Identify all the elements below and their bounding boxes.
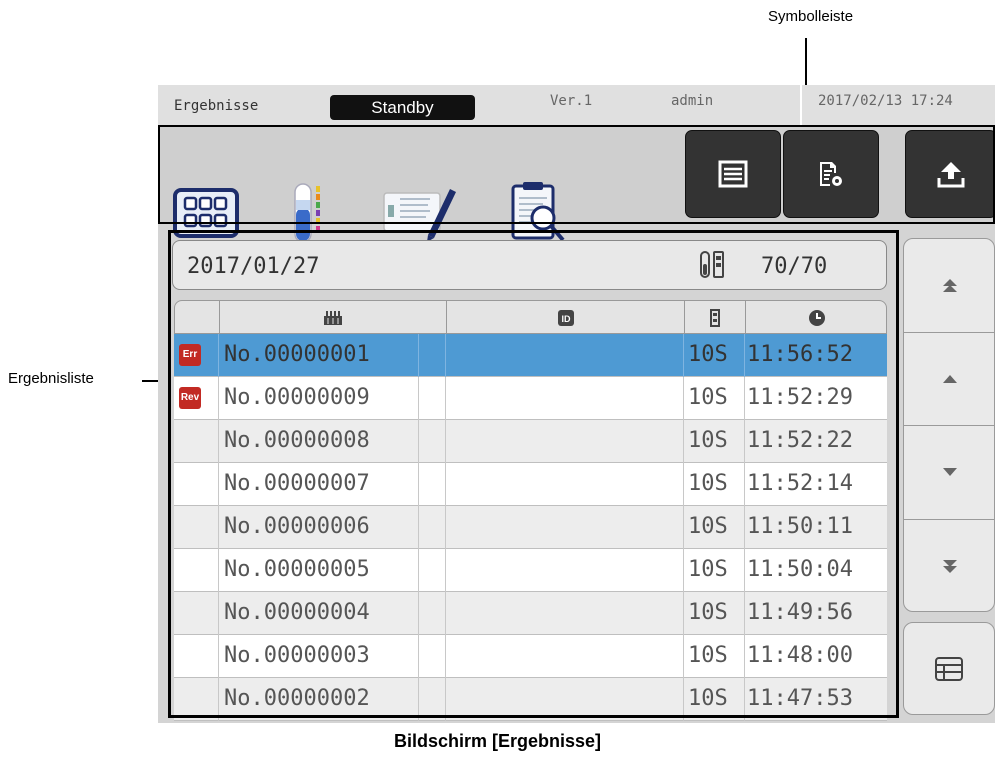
user-label: admin <box>671 93 714 109</box>
table-view-icon <box>935 656 963 681</box>
list-callout-label: Ergebnisliste <box>8 370 94 387</box>
status-badge: Standby <box>330 95 475 120</box>
result-list-highlight-frame <box>168 230 899 718</box>
table-view-button[interactable] <box>903 622 995 715</box>
status-bar: Ergebnisse Standby Ver.1 admin 2017/02/1… <box>158 85 995 125</box>
figure-caption: Bildschirm [Ergebnisse] <box>393 731 602 751</box>
status-separator <box>800 85 802 125</box>
scroll-button-group <box>903 238 995 612</box>
scroll-up-icon <box>943 374 957 383</box>
scroll-down-icon <box>943 468 957 476</box>
version-label: Ver.1 <box>550 93 593 109</box>
scroll-top-button[interactable] <box>904 239 994 333</box>
scroll-down-button[interactable] <box>904 425 994 520</box>
datetime-label: 2017/02/13 17:24 <box>818 93 953 109</box>
toolbar-callout-label: Symbolleiste <box>768 8 854 25</box>
scroll-top-icon <box>943 278 957 292</box>
scroll-bottom-icon <box>943 560 957 573</box>
scroll-up-button[interactable] <box>904 332 994 426</box>
scroll-bottom-button[interactable] <box>904 519 994 611</box>
screen-title: Ergebnisse <box>174 98 259 114</box>
toolbar-highlight-frame <box>158 125 995 224</box>
